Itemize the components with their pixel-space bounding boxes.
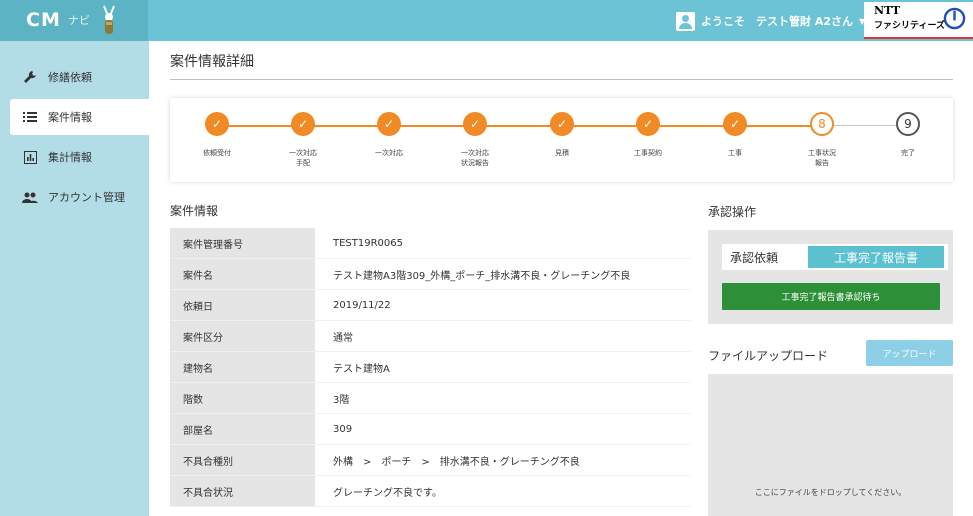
row-label: 不具合種別 <box>170 445 315 475</box>
company-logo: NTT ファシリティーズ <box>864 2 973 39</box>
step-number: 9 <box>896 112 920 136</box>
row-label: 案件区分 <box>170 321 315 351</box>
sidebar-item-account[interactable]: アカウント管理 <box>0 179 149 215</box>
table-row: 案件名 テスト建物A3階309_外構_ポーチ_排水溝不良・グレーチング不良 <box>170 259 691 290</box>
table-row: 依頼日 2019/11/22 <box>170 290 691 321</box>
step-8: 8 工事状況 報告 <box>787 112 857 168</box>
step-3: ✓ 一次対応 <box>354 112 424 158</box>
row-label: 建物名 <box>170 352 315 382</box>
row-value: 通常 <box>315 321 691 351</box>
row-value: 外構 > ポーチ > 排水溝不良・グレーチング不良 <box>315 445 691 475</box>
step-2: ✓ 一次対応 手配 <box>268 112 338 168</box>
case-info-table: 案件管理番号 TEST19R0065 案件名 テスト建物A3階309_外構_ポー… <box>170 228 691 507</box>
progress-stepper: ✓ 依頼受付 ✓ 一次対応 手配 ✓ 一次対応 ✓ 一次対応 状況報告 ✓ 見積… <box>170 98 953 182</box>
table-row: 建物名 テスト建物A <box>170 352 691 383</box>
upload-button[interactable]: アップロード <box>866 340 953 366</box>
sidebar-item-summary[interactable]: 集計情報 <box>0 139 149 175</box>
title-divider <box>170 79 953 80</box>
brand-sub-text: ナビ <box>68 14 90 27</box>
check-icon: ✓ <box>550 112 574 136</box>
sidebar-item-repair-request[interactable]: 修繕依頼 <box>0 59 149 95</box>
table-row: 階数 3階 <box>170 383 691 414</box>
row-label: 不具合状況 <box>170 476 315 506</box>
table-row: 部屋名 309 <box>170 414 691 445</box>
row-value: テスト建物A <box>315 352 691 382</box>
row-label: 案件名 <box>170 259 315 289</box>
table-row: 不具合種別 外構 > ポーチ > 排水溝不良・グレーチング不良 <box>170 445 691 476</box>
sidebar-item-label: 案件情報 <box>48 111 92 124</box>
case-info-heading: 案件情報 <box>170 204 219 218</box>
logo-facilities-text: ファシリティーズ <box>874 21 946 31</box>
brand-area[interactable]: CM ナビ <box>0 0 148 41</box>
sidebar-item-label: アカウント管理 <box>48 191 125 204</box>
row-value: グレーチング不良です。 <box>315 476 691 506</box>
step-label: 工事状況 報告 <box>808 149 836 167</box>
approval-heading: 承認操作 <box>708 205 757 219</box>
sidebar-nav: 修繕依頼 案件情報 集計情報 アカウント管理 <box>0 41 149 516</box>
wrench-icon <box>22 70 38 84</box>
mascot-icon <box>103 5 115 34</box>
row-label: 案件管理番号 <box>170 228 315 258</box>
step-4: ✓ 一次対応 状況報告 <box>440 112 510 168</box>
list-icon <box>22 110 38 124</box>
bar-chart-icon <box>22 150 38 164</box>
page-title: 案件情報詳細 <box>170 54 254 70</box>
people-icon <box>22 190 38 204</box>
step-label: 一次対応 手配 <box>289 149 317 167</box>
step-label: 工事契約 <box>634 149 662 157</box>
user-menu[interactable]: ようこそ テスト管財 A2さん ▼ <box>676 11 865 31</box>
step-5: ✓ 見積 <box>527 112 597 158</box>
table-row: 不具合状況 グレーチング不良です。 <box>170 476 691 507</box>
approval-request-label: 承認依頼 <box>730 250 779 265</box>
top-header: CM ナビ ようこそ テスト管財 A2さん ▼ NTT ファシリティーズ <box>0 0 973 41</box>
upload-heading: ファイルアップロード <box>708 349 829 363</box>
row-value: テスト建物A3階309_外構_ポーチ_排水溝不良・グレーチング不良 <box>315 259 691 289</box>
sidebar-item-case-info[interactable]: 案件情報 <box>10 99 149 135</box>
table-row: 案件区分 通常 <box>170 321 691 352</box>
approval-request-badge: 工事完了報告書 <box>808 246 944 268</box>
step-label: 見積 <box>555 149 569 157</box>
step-label: 一次対応 <box>375 149 403 157</box>
step-number: 8 <box>810 112 834 136</box>
brand-logo-text: CM <box>26 9 61 31</box>
approval-panel: 承認依頼 工事完了報告書 工事完了報告書承認待ち <box>708 230 953 324</box>
row-value: 309 <box>315 414 691 444</box>
user-greeting: ようこそ テスト管財 A2さん <box>701 15 853 28</box>
step-9: 9 完了 <box>873 112 943 158</box>
check-icon: ✓ <box>723 112 747 136</box>
step-label: 工事 <box>728 149 742 157</box>
approval-request-field: 承認依頼 工事完了報告書 <box>722 244 948 270</box>
logo-ntt-text: NTT <box>874 4 901 17</box>
check-icon: ✓ <box>636 112 660 136</box>
check-icon: ✓ <box>291 112 315 136</box>
step-1: ✓ 依頼受付 <box>182 112 252 158</box>
step-label: 依頼受付 <box>203 149 231 157</box>
sidebar-item-label: 修繕依頼 <box>48 71 92 84</box>
row-label: 依頼日 <box>170 290 315 320</box>
sidebar-item-label: 集計情報 <box>48 151 92 164</box>
check-icon: ✓ <box>377 112 401 136</box>
row-value: 3階 <box>315 383 691 413</box>
row-label: 階数 <box>170 383 315 413</box>
row-label: 部屋名 <box>170 414 315 444</box>
awaiting-approval-button[interactable]: 工事完了報告書承認待ち <box>722 283 940 310</box>
file-drop-zone[interactable]: ここにファイルをドロップしてください。 <box>708 374 953 516</box>
step-6: ✓ 工事契約 <box>613 112 683 158</box>
step-label: 一次対応 状況報告 <box>461 149 489 167</box>
table-row: 案件管理番号 TEST19R0065 <box>170 228 691 259</box>
step-label: 完了 <box>901 149 915 157</box>
row-value: TEST19R0065 <box>315 228 691 258</box>
step-7: ✓ 工事 <box>700 112 770 158</box>
logout-power-icon[interactable] <box>943 7 966 30</box>
user-avatar-icon <box>676 11 695 31</box>
check-icon: ✓ <box>205 112 229 136</box>
row-value: 2019/11/22 <box>315 290 691 320</box>
check-icon: ✓ <box>463 112 487 136</box>
drop-zone-hint: ここにファイルをドロップしてください。 <box>754 488 907 497</box>
